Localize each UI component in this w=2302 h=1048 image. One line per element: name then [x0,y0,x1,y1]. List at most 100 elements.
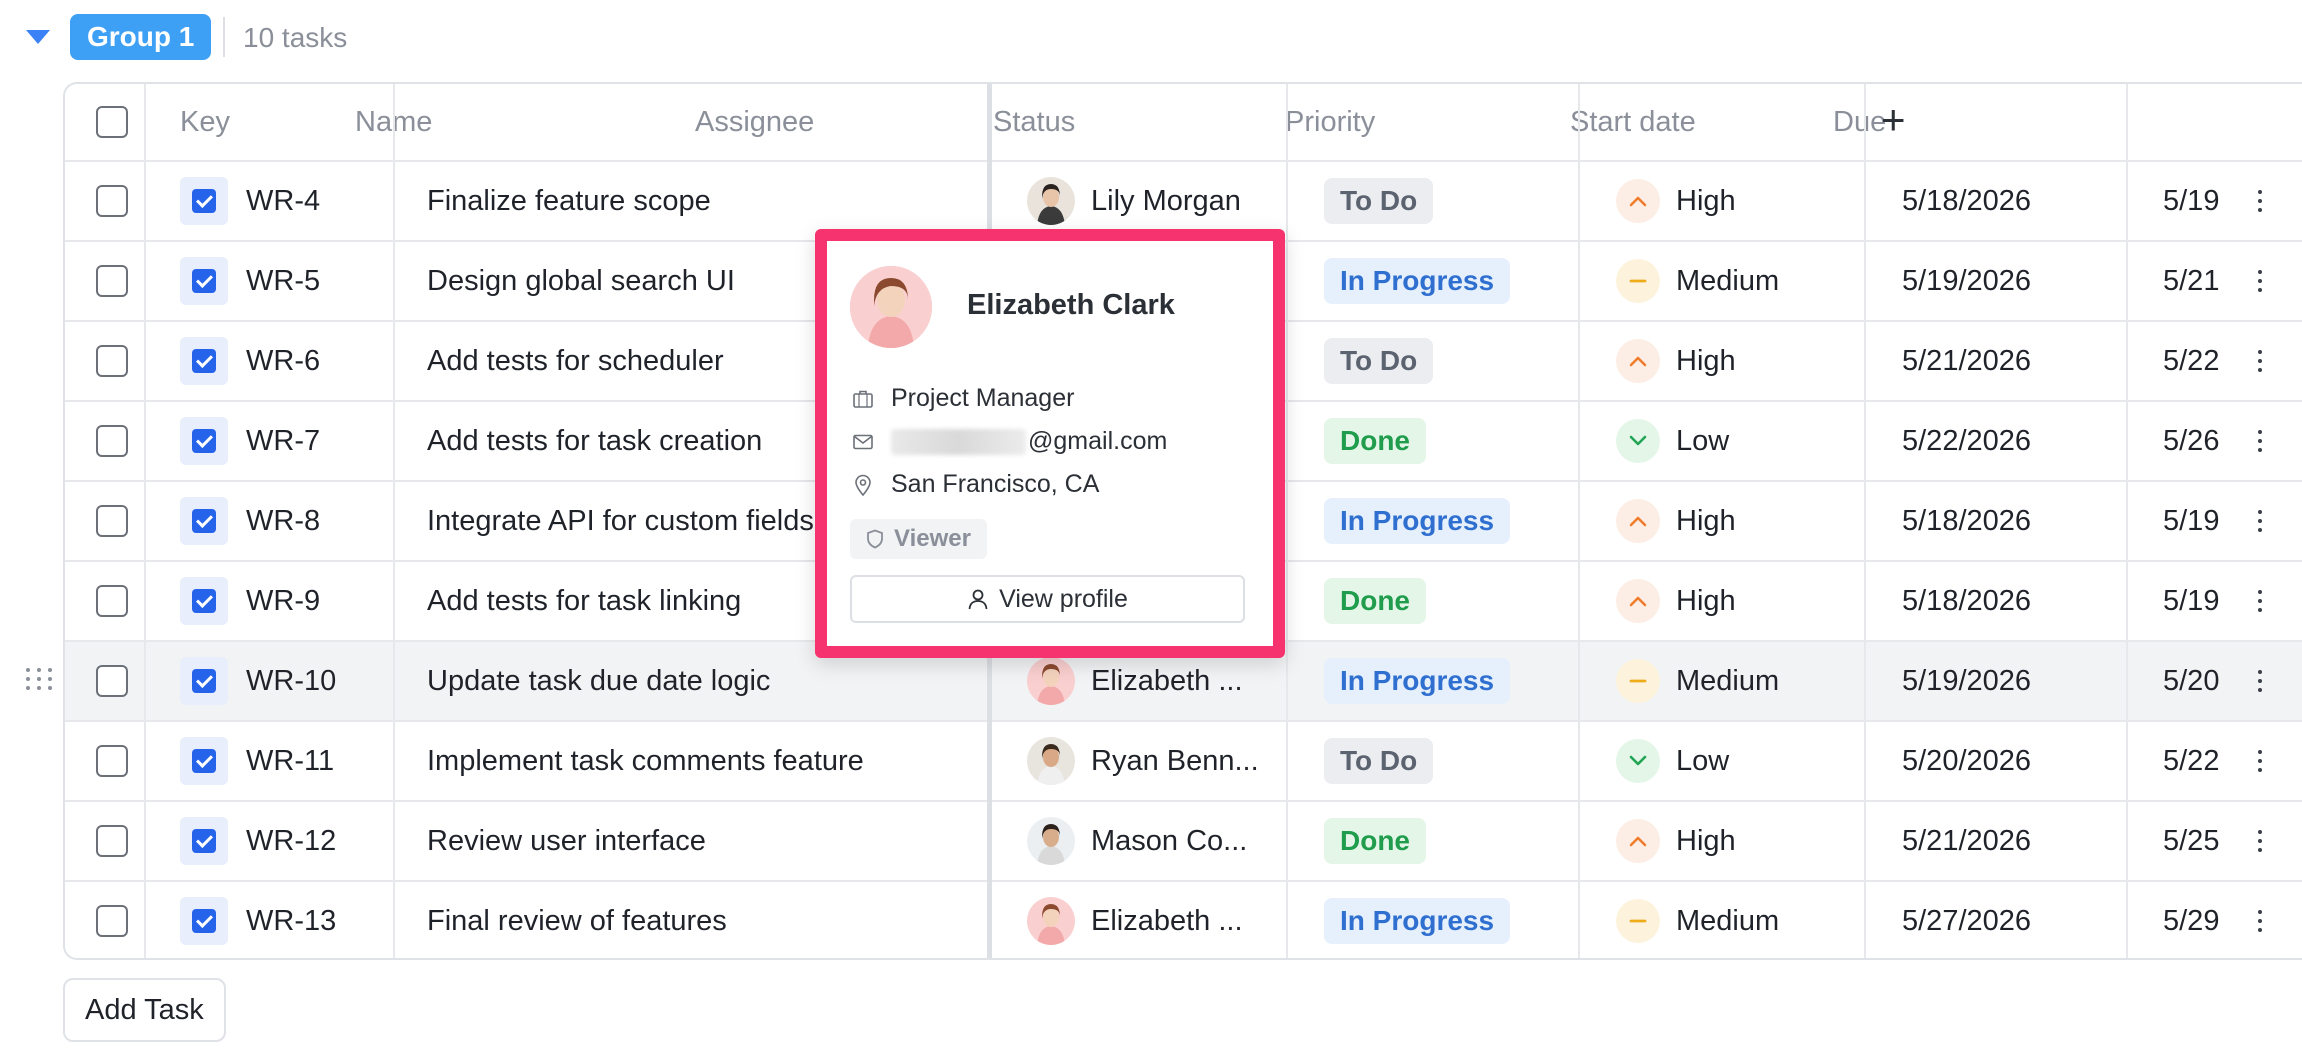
start-date-cell[interactable]: 5/18/2026 [1902,562,2122,640]
priority-label: Medium [1676,904,1780,937]
status-cell[interactable]: In Progress [1324,482,1574,560]
key-cell[interactable]: WR-5 [180,242,390,320]
key-cell[interactable]: WR-12 [180,802,390,880]
due-date-cell[interactable]: 5/29 [2163,882,2283,958]
priority-cell[interactable]: Low [1616,402,1861,480]
row-select-checkbox[interactable] [96,425,128,457]
col-header-priority[interactable]: Priority [1285,84,1375,160]
key-cell[interactable]: WR-11 [180,722,390,800]
row-menu-icon[interactable] [2257,750,2263,772]
key-cell[interactable]: WR-7 [180,402,390,480]
priority-cell[interactable]: High [1616,162,1861,240]
due-date-cell[interactable]: 5/19 [2163,162,2283,240]
col-header-status[interactable]: Status [993,84,1075,160]
table-row[interactable]: WR-13 Final review of features Elizabeth… [65,882,2302,958]
select-all-checkbox[interactable] [96,106,128,138]
row-select-checkbox[interactable] [96,505,128,537]
name-cell[interactable]: Implement task comments feature [427,722,982,800]
row-select-checkbox[interactable] [96,185,128,217]
name-cell[interactable]: Final review of features [427,882,982,958]
status-cell[interactable]: In Progress [1324,642,1574,720]
status-cell[interactable]: To Do [1324,722,1574,800]
collapse-caret-icon[interactable] [26,30,50,44]
start-date-cell[interactable]: 5/27/2026 [1902,882,2122,958]
priority-cell[interactable]: Low [1616,722,1861,800]
key-cell[interactable]: WR-8 [180,482,390,560]
row-select-checkbox[interactable] [96,345,128,377]
priority-cell[interactable]: High [1616,322,1861,400]
status-cell[interactable]: Done [1324,402,1574,480]
row-select-checkbox[interactable] [96,585,128,617]
due-date-cell[interactable]: 5/26 [2163,402,2283,480]
row-menu-icon[interactable] [2257,270,2263,292]
due-date-cell[interactable]: 5/25 [2163,802,2283,880]
priority-cell[interactable]: High [1616,802,1861,880]
priority-cell[interactable]: Medium [1616,642,1861,720]
name-cell[interactable]: Review user interface [427,802,982,880]
row-select-checkbox[interactable] [96,265,128,297]
start-date-cell[interactable]: 5/20/2026 [1902,722,2122,800]
assignee-name: Mason Co... [1091,824,1248,857]
row-menu-icon[interactable] [2257,510,2263,532]
col-header-due[interactable]: Due [1833,84,1886,160]
row-menu-icon[interactable] [2257,190,2263,212]
priority-cell[interactable]: Medium [1616,242,1861,320]
row-menu-icon[interactable] [2257,430,2263,452]
col-header-start-date[interactable]: Start date [1570,84,1696,160]
row-select-checkbox[interactable] [96,665,128,697]
key-cell[interactable]: WR-10 [180,642,390,720]
row-drag-handle-icon[interactable] [26,668,54,690]
row-menu-icon[interactable] [2257,830,2263,852]
start-date-cell[interactable]: 5/19/2026 [1902,642,2122,720]
row-select-checkbox[interactable] [96,745,128,777]
status-cell[interactable]: To Do [1324,322,1574,400]
start-date-cell[interactable]: 5/18/2026 [1902,482,2122,560]
status-cell[interactable]: Done [1324,562,1574,640]
status-cell[interactable]: In Progress [1324,882,1574,958]
row-menu-icon[interactable] [2257,910,2263,932]
key-cell[interactable]: WR-9 [180,562,390,640]
priority-cell[interactable]: High [1616,562,1861,640]
row-menu-icon[interactable] [2257,590,2263,612]
due-date-cell[interactable]: 5/22 [2163,322,2283,400]
due-date-cell[interactable]: 5/19 [2163,562,2283,640]
status-cell[interactable]: In Progress [1324,242,1574,320]
assignee-cell[interactable]: Elizabeth ... [1027,882,1282,958]
add-column-plus-icon[interactable]: + [1881,96,1906,144]
row-select-checkbox[interactable] [96,825,128,857]
group-label[interactable]: Group 1 [70,14,212,60]
popover-email[interactable]: @gmail.com [1028,427,1167,456]
col-header-key[interactable]: Key [180,84,230,160]
assignee-cell[interactable]: Mason Co... [1027,802,1282,880]
row-menu-icon[interactable] [2257,350,2263,372]
priority-medium-icon [1616,899,1660,943]
task-key: WR-8 [246,504,321,537]
status-cell[interactable]: Done [1324,802,1574,880]
col-header-assignee[interactable]: Assignee [695,84,814,160]
priority-cell[interactable]: High [1616,482,1861,560]
assignee-cell[interactable]: Ryan Benn... [1027,722,1282,800]
start-date: 5/19/2026 [1902,264,2032,297]
key-cell[interactable]: WR-13 [180,882,390,958]
due-date-cell[interactable]: 5/22 [2163,722,2283,800]
row-menu-icon[interactable] [2257,670,2263,692]
key-cell[interactable]: WR-4 [180,162,390,240]
key-cell[interactable]: WR-6 [180,322,390,400]
table-row[interactable]: WR-12 Review user interface Mason Co... … [65,802,2302,882]
task-key: WR-6 [246,344,321,377]
due-date-cell[interactable]: 5/20 [2163,642,2283,720]
view-profile-button[interactable]: View profile [850,575,1245,623]
start-date-cell[interactable]: 5/19/2026 [1902,242,2122,320]
table-row[interactable]: WR-11 Implement task comments feature Ry… [65,722,2302,802]
status-cell[interactable]: To Do [1324,162,1574,240]
due-date-cell[interactable]: 5/21 [2163,242,2283,320]
start-date-cell[interactable]: 5/21/2026 [1902,322,2122,400]
priority-cell[interactable]: Medium [1616,882,1861,958]
due-date-cell[interactable]: 5/19 [2163,482,2283,560]
start-date-cell[interactable]: 5/22/2026 [1902,402,2122,480]
start-date-cell[interactable]: 5/21/2026 [1902,802,2122,880]
start-date-cell[interactable]: 5/18/2026 [1902,162,2122,240]
row-select-checkbox[interactable] [96,905,128,937]
task-type-icon [180,417,228,465]
add-task-button[interactable]: Add Task [63,978,226,1042]
